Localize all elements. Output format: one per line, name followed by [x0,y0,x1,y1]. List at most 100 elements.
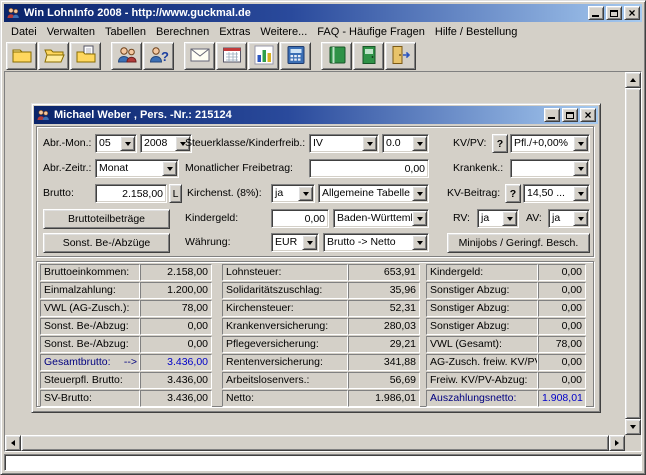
result-value: 341,88 [348,354,420,371]
selected-value: 0.0 [383,135,412,152]
minimize-button[interactable] [588,6,604,20]
vertical-scrollbar-thumb[interactable] [625,88,641,419]
kirchensteuer-select[interactable]: ja [271,184,315,203]
freibetrag-input[interactable] [309,159,429,178]
result-row: Kirchensteuer:52,31 [222,300,420,317]
maximize-button[interactable] [606,6,622,20]
toolbar-employee-search-button[interactable]: ? [143,42,174,70]
employee-minimize-button[interactable] [544,108,560,122]
chevron-down-icon [302,235,317,250]
abr-zeitraum-select[interactable]: Monat [95,159,179,178]
result-label: Sonstiger Abzug: [426,282,538,299]
result-label: Lohnsteuer: [222,264,348,281]
brutto-input[interactable] [95,184,167,203]
toolbar-folder-document-button[interactable] [70,42,101,70]
toolbar-book-button[interactable] [321,42,352,70]
result-row: Sonstiger Abzug:0,00 [426,282,586,299]
minijobs-button[interactable]: Minijobs / Geringf. Besch. [447,233,590,253]
mdi-area: Michael Weber , Pers. -Nr.: 215124 Abr.-… [4,71,642,452]
employee-titlebar[interactable]: Michael Weber , Pers. -Nr.: 215124 [34,106,598,124]
kv-beitrag-select[interactable]: 14,50 ... [523,184,590,203]
results-panel: Bruttoeinkommen:2.158,00 Einmalzahlung:1… [36,261,594,407]
selected-value: 2008 [141,135,175,152]
user-question-icon: ? [148,44,170,69]
waehrung-label: Währung: [185,233,231,252]
horizontal-scrollbar[interactable] [5,435,625,451]
lohnsteuertabelle-select[interactable]: Allgemeine Tabelle [318,184,429,203]
kindergeld-input[interactable] [271,209,329,228]
toolbar-calendar-button[interactable] [216,42,247,70]
result-row: VWL (Gesamt):78,00 [426,336,586,353]
horizontal-scrollbar-thumb[interactable] [21,435,609,451]
employee-close-button[interactable] [580,108,596,122]
result-label: Sonst. Be-/Abzug: [40,318,140,335]
kv-pv-select[interactable]: Pfl./+0,00% [510,134,590,153]
auszahlungsnetto-value: 1.908,01 [538,390,586,407]
kinderfreibetrag-select[interactable]: 0.0 [382,134,429,153]
auszahlungsnetto-label: Auszahlungsnetto: [426,390,538,407]
toolbar-archive-button[interactable] [353,42,384,70]
chevron-down-icon [412,186,427,201]
minimize-icon [548,117,555,119]
result-value: 0,00 [538,354,586,371]
toolbar-calculator-button[interactable] [280,42,311,70]
menu-item-tabellen[interactable]: Tabellen [100,24,151,40]
menu-item-extras[interactable]: Extras [214,24,255,40]
steuerklasse-select[interactable]: IV [309,134,379,153]
menu-item-faq[interactable]: FAQ - Häufige Fragen [312,24,430,40]
menu-item-verwalten[interactable]: Verwalten [42,24,100,40]
toolbar-employees-button[interactable] [111,42,142,70]
kv-beitrag-help-button[interactable]: ? [505,184,521,203]
av-select[interactable]: ja [548,209,590,228]
scroll-down-button[interactable] [625,419,641,435]
krankenkasse-label: Krankenk.: [453,159,503,178]
result-row: Sonst. Be-/Abzug:0,00 [40,318,212,335]
av-label: AV: [526,209,542,228]
chevron-down-icon [162,161,177,176]
menu-item-hilfe[interactable]: Hilfe / Bestellung [430,24,523,40]
brutto-liste-button[interactable]: L [169,184,182,203]
toolbar-chart-button[interactable] [248,42,279,70]
berechnungsrichtung-select[interactable]: Brutto -> Netto [323,233,429,252]
waehrung-select[interactable]: EUR [271,233,319,252]
result-value: 78,00 [538,336,586,353]
menu-item-berechnen[interactable]: Berechnen [151,24,214,40]
result-value: 653,91 [348,264,420,281]
toolbar-open-button[interactable] [38,42,69,70]
result-value: 0,00 [538,318,586,335]
menu-item-datei[interactable]: Datei [6,24,42,40]
result-value: 3.436,00 [140,390,212,407]
menubar: Datei Verwalten Tabellen Berechnen Extra… [4,22,642,41]
scroll-up-button[interactable] [625,72,641,88]
calculator-icon [285,44,307,69]
toolbar-mail-button[interactable] [184,42,215,70]
employee-window: Michael Weber , Pers. -Nr.: 215124 Abr.-… [31,103,601,413]
close-button[interactable] [624,6,640,20]
employee-maximize-button[interactable] [562,108,578,122]
menu-item-weitere[interactable]: Weitere... [255,24,312,40]
result-value: 1.986,01 [348,390,420,407]
bruttoteilbetraege-button[interactable]: Bruttoteilbeträge [43,209,170,229]
sonstige-bezuege-button[interactable]: Sonst. Be-/Abzüge [43,233,170,253]
chevron-down-icon [362,136,377,151]
toolbar-folder-button[interactable] [6,42,37,70]
archive-icon [358,44,380,69]
scroll-right-button[interactable] [609,435,625,451]
toolbar-exit-button[interactable] [385,42,416,70]
result-label: Sonstiger Abzug: [426,318,538,335]
result-label: Rentenversicherung: [222,354,348,371]
abr-mon-month-select[interactable]: 05 [95,134,137,153]
scroll-left-button[interactable] [5,435,21,451]
kv-pv-help-button[interactable]: ? [492,134,508,153]
arrow-down-icon [630,425,636,429]
rv-select[interactable]: ja [477,209,519,228]
bundesland-select[interactable]: Baden-Württemb. [333,209,429,228]
chevron-down-icon [573,186,588,201]
gesamtbrutto-arrow-button[interactable]: --> [124,355,137,370]
krankenkasse-select[interactable] [510,159,590,178]
result-row: Rentenversicherung:341,88 [222,354,420,371]
vertical-scrollbar[interactable] [625,72,641,435]
main-titlebar[interactable]: Win LohnInfo 2008 - http://www.guckmal.d… [4,4,642,22]
result-row: Einmalzahlung:1.200,00 [40,282,212,299]
employee-window-body: Abr.-Mon.: 05 2008 Steuerklasse/Kinderfr… [34,124,598,408]
